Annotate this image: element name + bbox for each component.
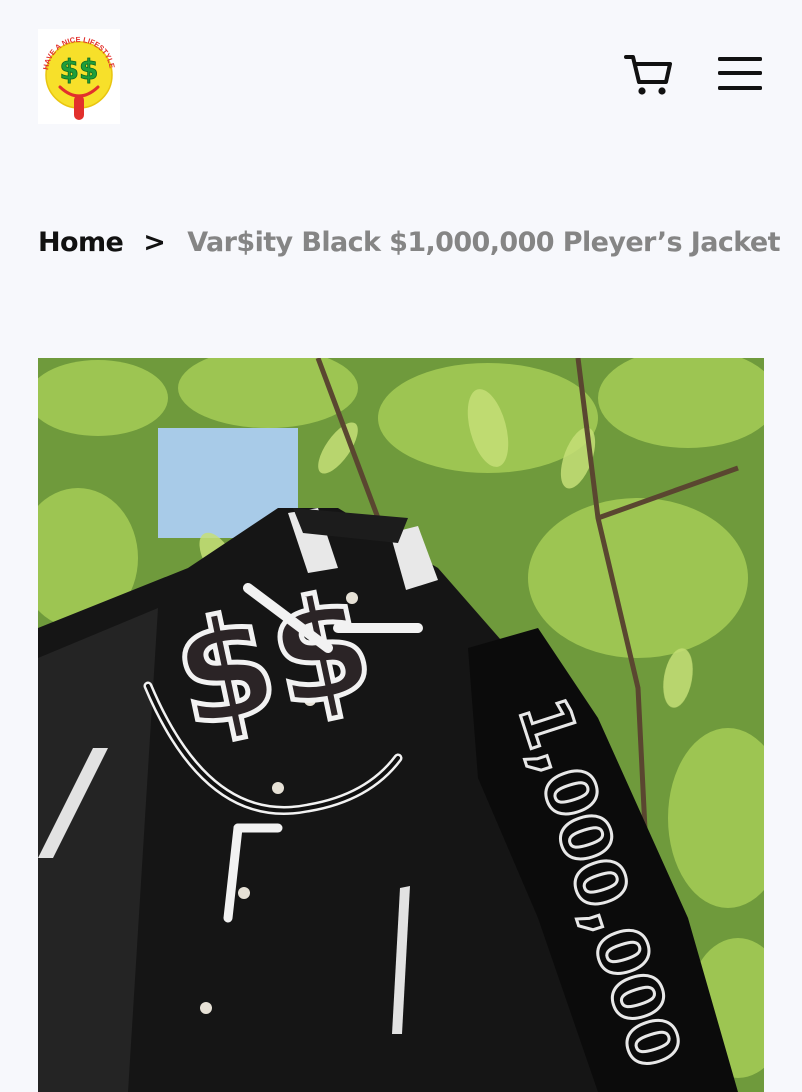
cart-icon — [624, 55, 672, 95]
breadcrumb-separator: > — [143, 226, 166, 258]
product-image[interactable]: $$ 1,000,000 — [38, 358, 764, 1092]
logo-dollar-eyes: $$ — [60, 53, 99, 86]
brand-logo[interactable]: HAVE A NICE LIFESTYLE $$ — [38, 29, 120, 124]
breadcrumb-current-page: Var$ity Black $1,000,000 Pleyer’s Jacket — [187, 226, 780, 258]
menu-button[interactable] — [716, 55, 764, 93]
hamburger-menu-icon — [718, 57, 762, 90]
cart-button[interactable] — [624, 52, 674, 98]
product-page: HAVE A NICE LIFESTYLE $$ Home > Var$ity … — [0, 0, 802, 1092]
breadcrumb-home-link[interactable]: Home — [38, 227, 124, 258]
breadcrumb: Home > Var$ity Black $1,000,000 Pleyer’s… — [38, 222, 781, 262]
